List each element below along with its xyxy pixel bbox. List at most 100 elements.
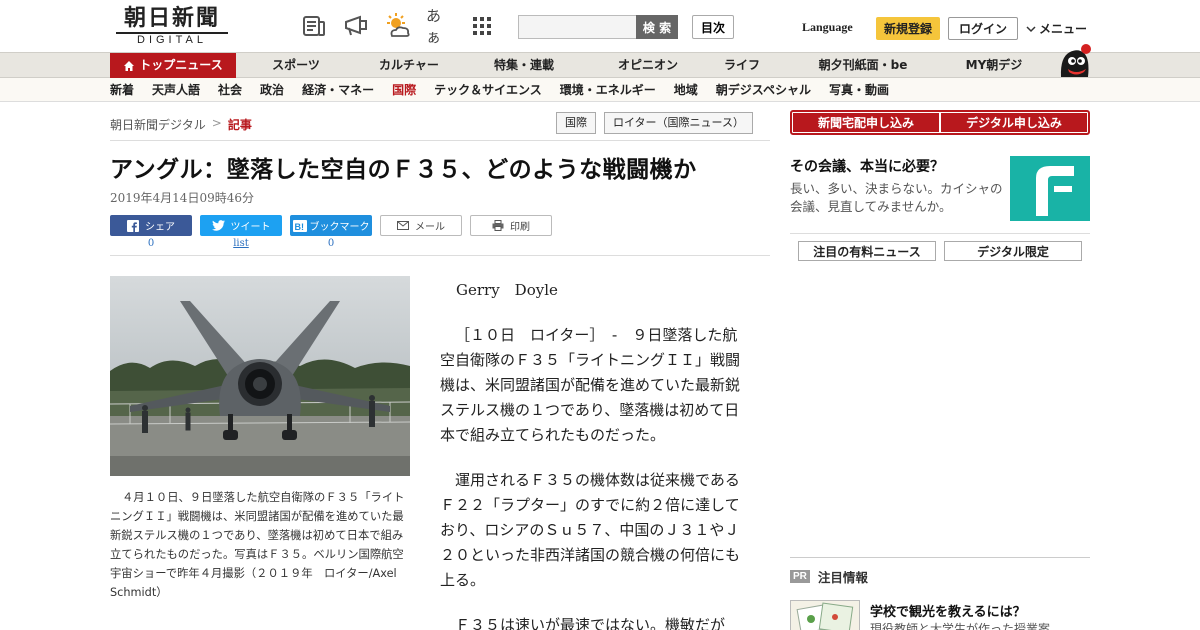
photo-caption: ４月１０日、９日墜落した航空自衛隊のＦ３５「ライトニングＩＩ」戦闘機は、米同盟諸… [110,491,405,599]
twitter-share-button[interactable]: ツイート [200,215,282,236]
article-title: アングル：墜落した空自のＦ３５、どのような戦闘機か [110,157,697,183]
register-button[interactable]: 新規登録 [876,17,940,40]
breadcrumb-current: 記事 [227,118,252,132]
breadcrumb-separator: > [211,116,222,130]
logo-main-text: 朝日新聞 [123,5,220,31]
nav-item-top-news[interactable]: トップニュース [110,53,236,78]
article-author: Gerry Doyle [456,281,558,299]
site-logo[interactable]: 朝日新聞 DIGITAL [116,6,228,46]
subnav-item-photo-video[interactable]: 写真・動画 [829,78,889,102]
sub-nav-items: 新着 天声人語 社会 政治 経済・マネー 国際 テック＆サイエンス 環境・エネル… [110,78,889,102]
subnav-item-tenseijingo[interactable]: 天声人語 [152,78,200,102]
article-date: 2019年4月14日09時46分 [110,191,254,205]
article-photo[interactable] [110,276,410,476]
pr-thumbnail [790,600,860,630]
subnav-item-special[interactable]: 朝デジスペシャル [716,78,811,102]
nav-item-culture[interactable]: カルチャー [356,53,462,78]
logo-sub-text: DIGITAL [116,32,228,47]
svg-text:B!: B! [294,222,304,232]
nav-item-features[interactable]: 特集・連載 [462,53,586,78]
breadcrumb-home[interactable]: 朝日新聞デジタル [110,116,206,133]
subnav-item-environment[interactable]: 環境・エネルギー [560,78,656,102]
language-link[interactable]: Language [802,20,853,35]
home-icon [124,60,135,71]
menu-button-label: メニュー [1039,22,1088,36]
subnav-item-politics[interactable]: 政治 [260,78,284,102]
newspaper-delivery-button[interactable]: 新聞宅配申し込み [793,113,939,132]
nav-item-label: トップニュース [139,58,223,72]
tag-reuters[interactable]: ロイター（国際ニュース） [604,112,754,134]
divider [790,233,1090,234]
tab-digital-only[interactable]: デジタル限定 [944,241,1082,261]
article-tags: 国際 ロイター（国際ニュース） [556,112,754,134]
divider [110,255,770,256]
subnav-item-economy[interactable]: 経済・マネー [302,78,374,102]
subscribe-bar: 新聞宅配申し込み デジタル申し込み [790,110,1090,135]
mascot-icon[interactable] [1056,43,1092,79]
site-header: 朝日新聞 DIGITAL あぁ 検 索 目次 Language 新規登録 ログイ… [0,0,1200,52]
hatena-bookmark-label: ブックマーク [309,222,370,233]
hatena-icon: B! [292,219,307,232]
chevron-down-icon [1026,25,1036,32]
sub-nav: 新着 天声人語 社会 政治 経済・マネー 国際 テック＆サイエンス 環境・エネル… [0,78,1200,102]
main-nav-items: トップニュース スポーツ カルチャー 特集・連載 オピニオン ライフ 朝夕刊紙面… [110,53,1036,78]
mail-icon [397,221,409,230]
tag-international[interactable]: 国際 [556,112,596,134]
article-paragraph: Ｆ３５は速いが最速ではない。機敏だが [455,616,726,630]
digital-subscribe-button[interactable]: デジタル申し込み [941,113,1087,132]
mail-share-label: メール [415,222,445,233]
share-bar: シェア 0 ツイート list B! ブックマーク 0 メール 印刷 [110,215,552,249]
share-facebook: シェア 0 [110,215,192,249]
twitter-icon [211,220,225,231]
pr-section-title: 注目情報 [817,570,868,585]
nav-item-newspaper[interactable]: 朝夕刊紙面・be [774,53,952,78]
share-hatena: B! ブックマーク 0 [290,215,372,249]
nav-item-life[interactable]: ライフ [710,53,774,78]
facebook-share-label: シェア [145,222,175,233]
twitter-list-link[interactable]: list [233,238,249,249]
twitter-share-label: ツイート [230,222,271,233]
share-twitter: ツイート list [200,215,282,249]
nav-item-my-asahi[interactable]: MY朝デジ [952,53,1036,78]
menu-button[interactable]: メニュー [1026,20,1087,37]
article-paragraph: ［１０日 ロイター］ - ９日墜落した航空自衛隊のＦ３５「ライトニングＩＩ」戦闘… [440,326,741,444]
hatena-bookmark-count: 0 [327,238,335,249]
grid-icon[interactable] [468,12,496,40]
font-size-icon-text: あぁ [426,7,442,46]
promo-banner[interactable]: その会議、本当に必要？ 長い、多い、決まらない。カイシャの会議、見直してみません… [790,156,1090,222]
table-of-contents-button[interactable]: 目次 [692,15,734,39]
hatena-bookmark-button[interactable]: B! ブックマーク [290,215,372,236]
facebook-share-button[interactable]: シェア [110,215,192,236]
tab-paid-news[interactable]: 注目の有料ニュース [798,241,936,261]
font-size-icon[interactable]: あぁ [426,7,454,46]
subnav-item-society[interactable]: 社会 [218,78,242,102]
search-input[interactable] [518,15,638,39]
header-icon-bar: あぁ [300,7,496,46]
share-mail: メール [380,215,462,249]
search-button[interactable]: 検 索 [636,15,678,39]
article-paragraph: 運用されるＦ３５の機体数は従来機であるＦ２２「ラプター」のすでに約２倍に達してお… [440,471,741,589]
mail-share-button[interactable]: メール [380,215,462,236]
divider [790,557,1090,558]
print-icon [492,220,504,231]
print-button[interactable]: 印刷 [470,215,552,236]
nav-item-opinion[interactable]: オピニオン [586,53,710,78]
subnav-item-international[interactable]: 国際 [392,78,416,102]
subnav-item-region[interactable]: 地域 [674,78,698,102]
pr-item[interactable]: 学校で観光を教えるには？ 現役教師と大学生が作った授業案 [790,600,1090,630]
megaphone-icon[interactable] [342,12,370,40]
newspaper-icon[interactable] [300,12,328,40]
print-label: 印刷 [510,222,530,233]
pr-badge: PR [790,570,810,583]
share-print: 印刷 [470,215,552,249]
subnav-item-tech-science[interactable]: テック＆サイエンス [434,78,542,102]
pr-item-title: 学校で観光を教えるには？ [870,605,1026,620]
article-body: Gerry Doyle ［１０日 ロイター］ - ９日墜落した航空自衛隊のＦ３５… [440,276,750,630]
login-button[interactable]: ログイン [948,17,1018,40]
promo-logo [1010,156,1090,221]
subnav-item-new[interactable]: 新着 [110,78,134,102]
weather-icon[interactable] [384,12,412,40]
sidebar-tabs: 注目の有料ニュース デジタル限定 [798,241,1082,261]
nav-item-sports[interactable]: スポーツ [236,53,356,78]
promo-text: 長い、多い、決まらない。カイシャの会議、見直してみませんか。 [790,181,1003,214]
